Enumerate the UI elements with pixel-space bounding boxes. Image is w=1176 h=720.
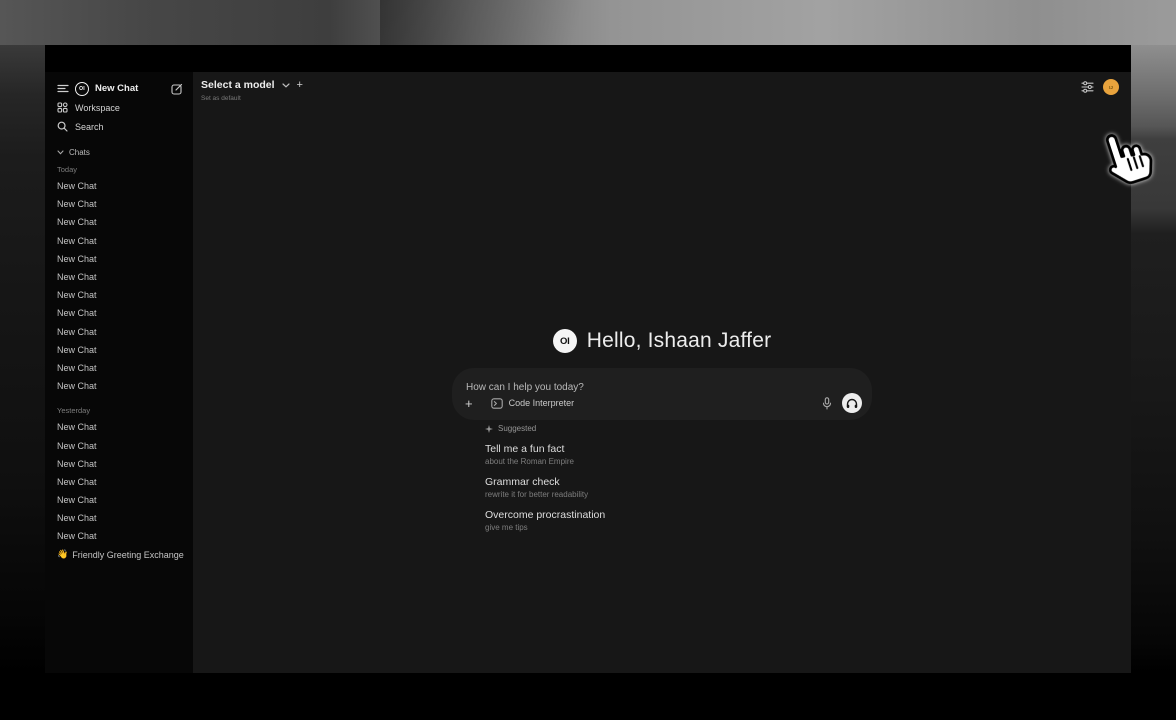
chevron-down-icon — [57, 150, 64, 155]
workspace-icon — [57, 102, 68, 113]
chat-list-item[interactable]: New Chat — [45, 195, 193, 213]
search-label: Search — [75, 122, 104, 132]
chat-list-item[interactable]: New Chat — [45, 341, 193, 359]
chat-list-item[interactable]: New Chat — [45, 250, 193, 268]
chat-group-label-yesterday: Yesterday — [45, 403, 193, 418]
sidebar-brand-title: New Chat — [95, 83, 138, 94]
code-interpreter-label: Code Interpreter — [509, 398, 575, 408]
chat-list-item[interactable]: New Chat — [45, 286, 193, 304]
model-selector-label: Select a model — [201, 79, 275, 91]
sidebar: OI New Chat Workspace Search — [45, 72, 193, 673]
sidebar-toggle-icon[interactable] — [57, 84, 69, 93]
code-interpreter-icon — [491, 398, 503, 409]
voice-call-button[interactable] — [842, 393, 862, 413]
chat-list-item[interactable]: New Chat — [45, 418, 193, 436]
suggested-prompt[interactable]: Overcome procrastination give me tips — [485, 509, 875, 533]
chat-list-item[interactable]: New Chat — [45, 527, 193, 545]
new-chat-icon[interactable] — [171, 83, 183, 95]
chevron-down-icon — [282, 83, 290, 88]
chat-list-item[interactable]: New Chat — [45, 359, 193, 377]
chat-list-item[interactable]: New Chat — [45, 177, 193, 195]
suggested-prompt-title: Grammar check — [485, 476, 875, 489]
chat-list-item[interactable]: New Chat — [45, 323, 193, 341]
app-logo: OI — [75, 82, 89, 96]
chats-section-toggle[interactable]: Chats — [45, 145, 193, 160]
chat-list-item[interactable]: New Chat — [45, 436, 193, 454]
chat-list-item[interactable]: New Chat — [45, 491, 193, 509]
chat-group-label-today: Today — [45, 162, 193, 177]
microphone-icon[interactable] — [822, 397, 832, 410]
suggested-prompt-subtitle: give me tips — [485, 523, 875, 533]
set-as-default-button[interactable]: Set as default — [201, 95, 241, 102]
chat-list-item[interactable]: New Chat — [45, 304, 193, 322]
chat-list-item[interactable]: New Chat — [45, 213, 193, 231]
suggested-prompt-title: Tell me a fun fact — [485, 443, 875, 456]
chats-section-label: Chats — [69, 148, 90, 157]
sidebar-item-workspace[interactable]: Workspace — [45, 98, 193, 117]
chat-list-item[interactable]: New Chat — [45, 473, 193, 491]
window-top-band — [45, 45, 1131, 72]
add-model-button[interactable]: + — [297, 79, 303, 91]
main-panel: Select a model + Set as default IJ OI He… — [193, 72, 1131, 673]
suggested-prompt[interactable]: Grammar check rewrite it for better read… — [485, 476, 875, 500]
desktop: OI New Chat Workspace Search — [0, 0, 1176, 720]
desktop-wallpaper-left — [0, 45, 45, 673]
chat-list-item[interactable]: New Chat — [45, 232, 193, 250]
waving-hand-icon: 👋 — [57, 549, 68, 560]
suggested-prompt-title: Overcome procrastination — [485, 509, 875, 522]
model-selector[interactable]: Select a model + — [201, 79, 303, 91]
suggested-prompt-subtitle: rewrite it for better readability — [485, 490, 875, 500]
desktop-wallpaper-bottom — [0, 673, 1176, 720]
suggested-prompts: Suggested Tell me a fun fact about the R… — [485, 424, 875, 533]
message-input[interactable] — [466, 382, 860, 393]
chat-list-item[interactable]: New Chat — [45, 509, 193, 527]
search-icon — [57, 121, 68, 132]
app-window: OI New Chat Workspace Search — [45, 45, 1131, 673]
suggested-label: Suggested — [498, 424, 536, 433]
app-logo: OI — [553, 329, 577, 353]
suggested-prompt[interactable]: Tell me a fun fact about the Roman Empir… — [485, 443, 875, 467]
chat-list-item[interactable]: New Chat — [45, 377, 193, 395]
chat-list-item-greeting-exchange[interactable]: 👋 Friendly Greeting Exchange — [45, 546, 193, 564]
message-composer[interactable]: + Code Interpreter — [452, 368, 872, 420]
workspace-label: Workspace — [75, 103, 120, 113]
user-avatar[interactable]: IJ — [1103, 79, 1119, 95]
sidebar-item-search[interactable]: Search — [45, 117, 193, 136]
attach-plus-button[interactable]: + — [465, 397, 473, 410]
chat-list-item[interactable]: New Chat — [45, 455, 193, 473]
headphones-icon — [846, 398, 858, 409]
chat-list-item[interactable]: New Chat — [45, 268, 193, 286]
sparkle-icon — [485, 425, 493, 433]
suggested-prompt-subtitle: about the Roman Empire — [485, 457, 875, 467]
code-interpreter-toggle[interactable]: Code Interpreter — [491, 398, 575, 409]
greeting-title: Hello, Ishaan Jaffer — [587, 329, 772, 353]
controls-sliders-icon[interactable] — [1081, 81, 1094, 93]
desktop-wallpaper-right — [1131, 45, 1176, 673]
chat-title: Friendly Greeting Exchange — [72, 550, 184, 560]
